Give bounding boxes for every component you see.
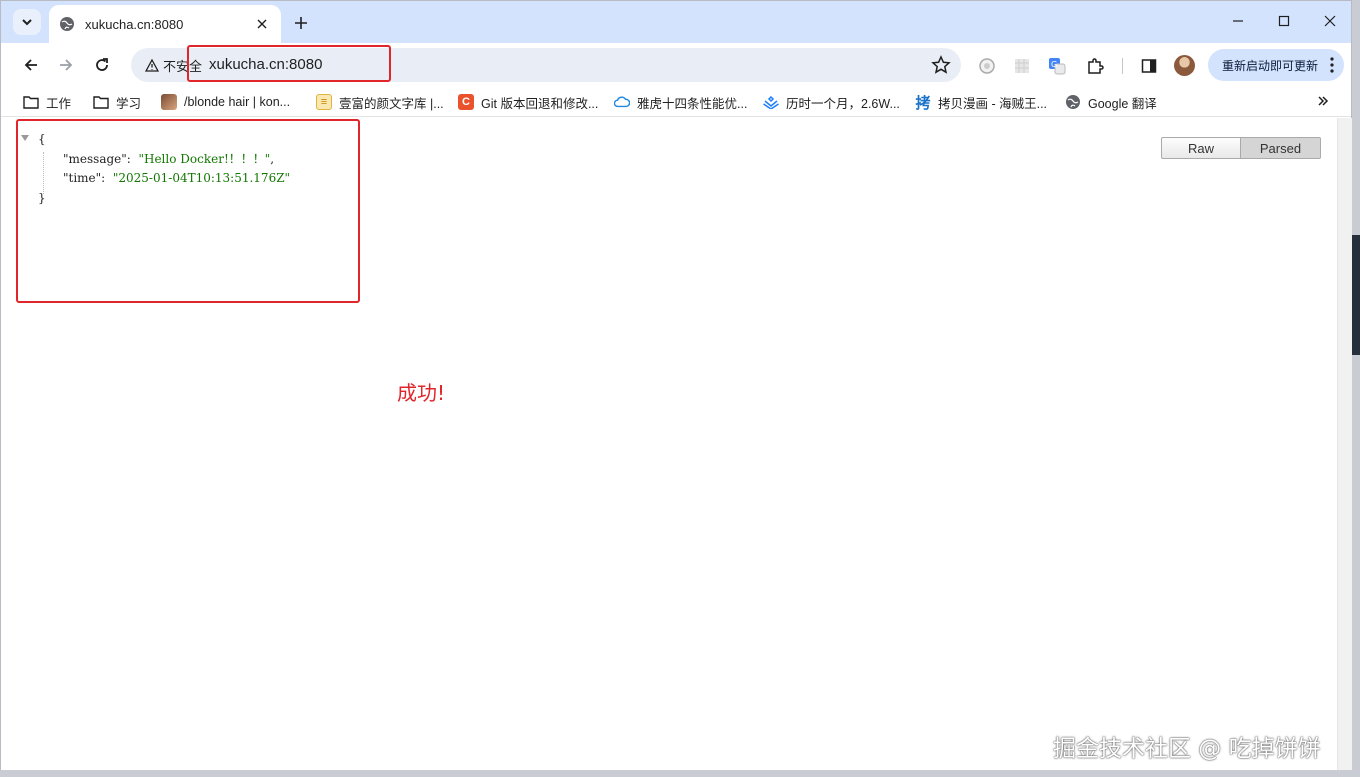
copymanga-favicon: 拷 [915, 94, 931, 112]
globe-icon [1065, 94, 1081, 110]
json-highlight-box [16, 119, 360, 303]
folder-icon [23, 94, 39, 110]
translate-icon: G [1049, 58, 1066, 75]
image-favicon [161, 94, 177, 110]
juejin-favicon [763, 94, 779, 110]
tab-search-button[interactable] [13, 9, 41, 35]
maximize-button[interactable] [1261, 1, 1307, 41]
extension-icon-1[interactable] [978, 57, 996, 75]
update-label: 重新启动即可更新 [1222, 58, 1319, 73]
vertical-scrollbar[interactable] [1337, 118, 1352, 770]
minimize-button[interactable] [1215, 1, 1261, 41]
cloud-favicon [614, 94, 630, 110]
folder-icon [93, 94, 109, 110]
new-tab-button[interactable] [289, 11, 313, 35]
tab-title: xukucha.cn:8080 [85, 16, 184, 32]
back-button[interactable] [17, 51, 45, 79]
url-highlight-box [187, 45, 391, 82]
bookmark-item[interactable]: Google 翻译 [1065, 93, 1157, 111]
close-icon [1324, 15, 1336, 27]
grid-extension-icon [1015, 59, 1029, 73]
kebab-menu-icon[interactable] [1330, 57, 1334, 73]
extension-icon-2[interactable] [1013, 57, 1031, 75]
bookmark-item[interactable]: 学习 [93, 93, 141, 111]
toolbar-divider [1122, 58, 1123, 74]
arrow-right-icon [60, 59, 73, 71]
raw-button[interactable]: Raw [1161, 137, 1241, 159]
bookmark-item[interactable]: C Git 版本回退和修改... [458, 93, 598, 111]
profile-avatar[interactable] [1174, 55, 1195, 76]
relaunch-update-button[interactable]: 重新启动即可更新 [1208, 49, 1344, 81]
parsed-button[interactable]: Parsed [1241, 137, 1321, 159]
browser-window: xukucha.cn:8080 不安全 xukucha.cn:8080 G 重新… [0, 0, 1352, 770]
background-window-edge [1352, 235, 1360, 355]
bookmark-item[interactable]: 拷 拷贝漫画 - 海贼王... [915, 93, 1047, 112]
tab-close-button[interactable] [253, 15, 271, 33]
bookmark-item[interactable]: 历时一个月，2.6W... [763, 93, 900, 111]
translate-extension-button[interactable]: G [1048, 57, 1066, 75]
more-bookmarks-button[interactable] [1317, 94, 1329, 110]
svg-text:G: G [1051, 60, 1057, 69]
tab-strip: xukucha.cn:8080 [1, 1, 1351, 43]
warning-icon [145, 58, 159, 72]
circle-extension-icon [979, 58, 995, 74]
bookmark-item[interactable]: 工作 [23, 93, 71, 111]
csdn-favicon: C [458, 94, 474, 110]
bookmark-item[interactable]: /blonde hair | kon... [161, 93, 290, 111]
forward-button[interactable] [52, 51, 80, 79]
view-mode-toggle: Raw Parsed [1161, 137, 1321, 159]
reload-button[interactable] [88, 51, 116, 79]
side-panel-icon [1141, 59, 1157, 73]
globe-icon [60, 17, 74, 31]
close-icon [257, 19, 267, 29]
bookmark-item[interactable]: ≡ 壹富的颜文字库 |... [316, 93, 444, 111]
extensions-button[interactable] [1086, 57, 1104, 75]
minimize-icon [1233, 20, 1243, 22]
arrow-left-icon [24, 59, 37, 71]
chevron-down-icon [22, 19, 32, 26]
success-annotation: 成功! [397, 381, 446, 405]
puzzle-icon [1088, 58, 1104, 74]
tab-active[interactable]: xukucha.cn:8080 [49, 5, 281, 43]
side-panel-button[interactable] [1140, 57, 1158, 75]
close-window-button[interactable] [1307, 1, 1353, 41]
plus-icon [295, 17, 307, 29]
maximize-icon [1278, 15, 1290, 27]
page-favicon: ≡ [316, 94, 332, 110]
bookmark-item[interactable]: 雅虎十四条性能优... [614, 93, 747, 111]
watermark: 掘金技术社区 @ 吃掉饼饼 [1053, 736, 1321, 762]
reload-icon [96, 58, 108, 71]
double-chevron-right-icon [1318, 96, 1329, 106]
bookmark-star-icon[interactable] [931, 55, 951, 75]
bookmarks-bar: 工作 学习 /blonde hair | kon... ≡ 壹富的颜文字库 |.… [1, 87, 1351, 117]
